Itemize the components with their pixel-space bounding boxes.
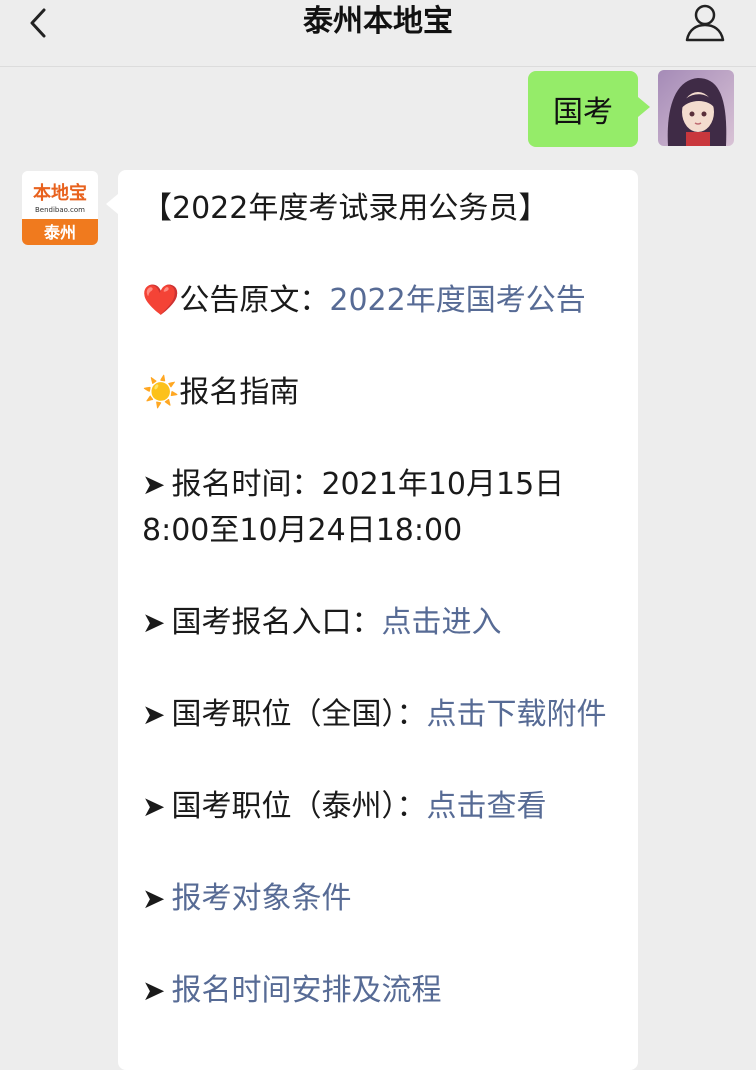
sun-icon: ☀️: [142, 375, 180, 410]
logo-top-text: 本地宝: [33, 182, 87, 204]
my-avatar[interactable]: [658, 70, 734, 146]
anime-girl-avatar-image: [658, 70, 734, 146]
conditions-line: ➤ 报考对象条件: [142, 876, 616, 922]
registration-time-text: 报名时间：2021年10月15日8:00至10月24日18:00: [142, 467, 565, 548]
taizhou-positions-link[interactable]: 点击查看: [426, 789, 546, 824]
user-profile-icon[interactable]: [684, 2, 726, 44]
arrow-right-icon: ➤: [142, 790, 166, 823]
chat-title: 泰州本地宝: [303, 4, 453, 39]
outgoing-message-bubble[interactable]: 国考: [528, 71, 650, 147]
guide-label: 报名指南: [179, 375, 300, 410]
arrow-right-icon: ➤: [142, 698, 166, 731]
message-header: 【2022年度考试录用公务员】: [142, 191, 549, 226]
outgoing-message-text: 国考: [553, 95, 613, 130]
schedule-link[interactable]: 报名时间安排及流程: [171, 973, 441, 1008]
logo-url-text: Bendibao.com: [35, 206, 85, 214]
taizhou-positions-label: 国考职位（泰州）：: [171, 789, 427, 824]
arrow-right-icon: ➤: [142, 468, 166, 501]
top-navigation-bar: 泰州本地宝: [0, 0, 756, 67]
red-heart-icon: ❤️: [142, 283, 180, 318]
announcement-link[interactable]: 2022年度国考公告: [329, 283, 585, 318]
registration-time-line: ➤ 报名时间：2021年10月15日8:00至10月24日18:00: [142, 462, 616, 554]
national-positions-label: 国考职位（全国）：: [171, 697, 427, 732]
guide-line: ☀️报名指南: [142, 370, 616, 416]
announcement-label: 公告原文：: [179, 283, 330, 318]
national-positions-line: ➤ 国考职位（全国）：点击下载附件: [142, 692, 616, 738]
national-positions-link[interactable]: 点击下载附件: [426, 697, 606, 732]
logo-city-text: 泰州: [43, 223, 76, 242]
incoming-message-bubble: 【2022年度考试录用公务员】 ❤️公告原文：2022年度国考公告 ☀️报名指南…: [106, 170, 638, 1070]
registration-entry-link[interactable]: 点击进入: [381, 605, 501, 640]
conditions-link[interactable]: 报考对象条件: [171, 881, 351, 916]
schedule-line: ➤ 报名时间安排及流程: [142, 968, 616, 1014]
official-account-avatar[interactable]: 本地宝 Bendibao.com 泰州: [22, 171, 98, 245]
arrow-right-icon: ➤: [142, 606, 166, 639]
registration-entry-label: 国考报名入口：: [171, 605, 382, 640]
bendibao-logo: 本地宝 Bendibao.com 泰州: [22, 171, 98, 245]
arrow-right-icon: ➤: [142, 882, 166, 915]
arrow-right-icon: ➤: [142, 974, 166, 1007]
registration-entry-line: ➤ 国考报名入口：点击进入: [142, 600, 616, 646]
announcement-line: ❤️公告原文：2022年度国考公告: [142, 278, 616, 324]
taizhou-positions-line: ➤ 国考职位（泰州）：点击查看: [142, 784, 616, 830]
